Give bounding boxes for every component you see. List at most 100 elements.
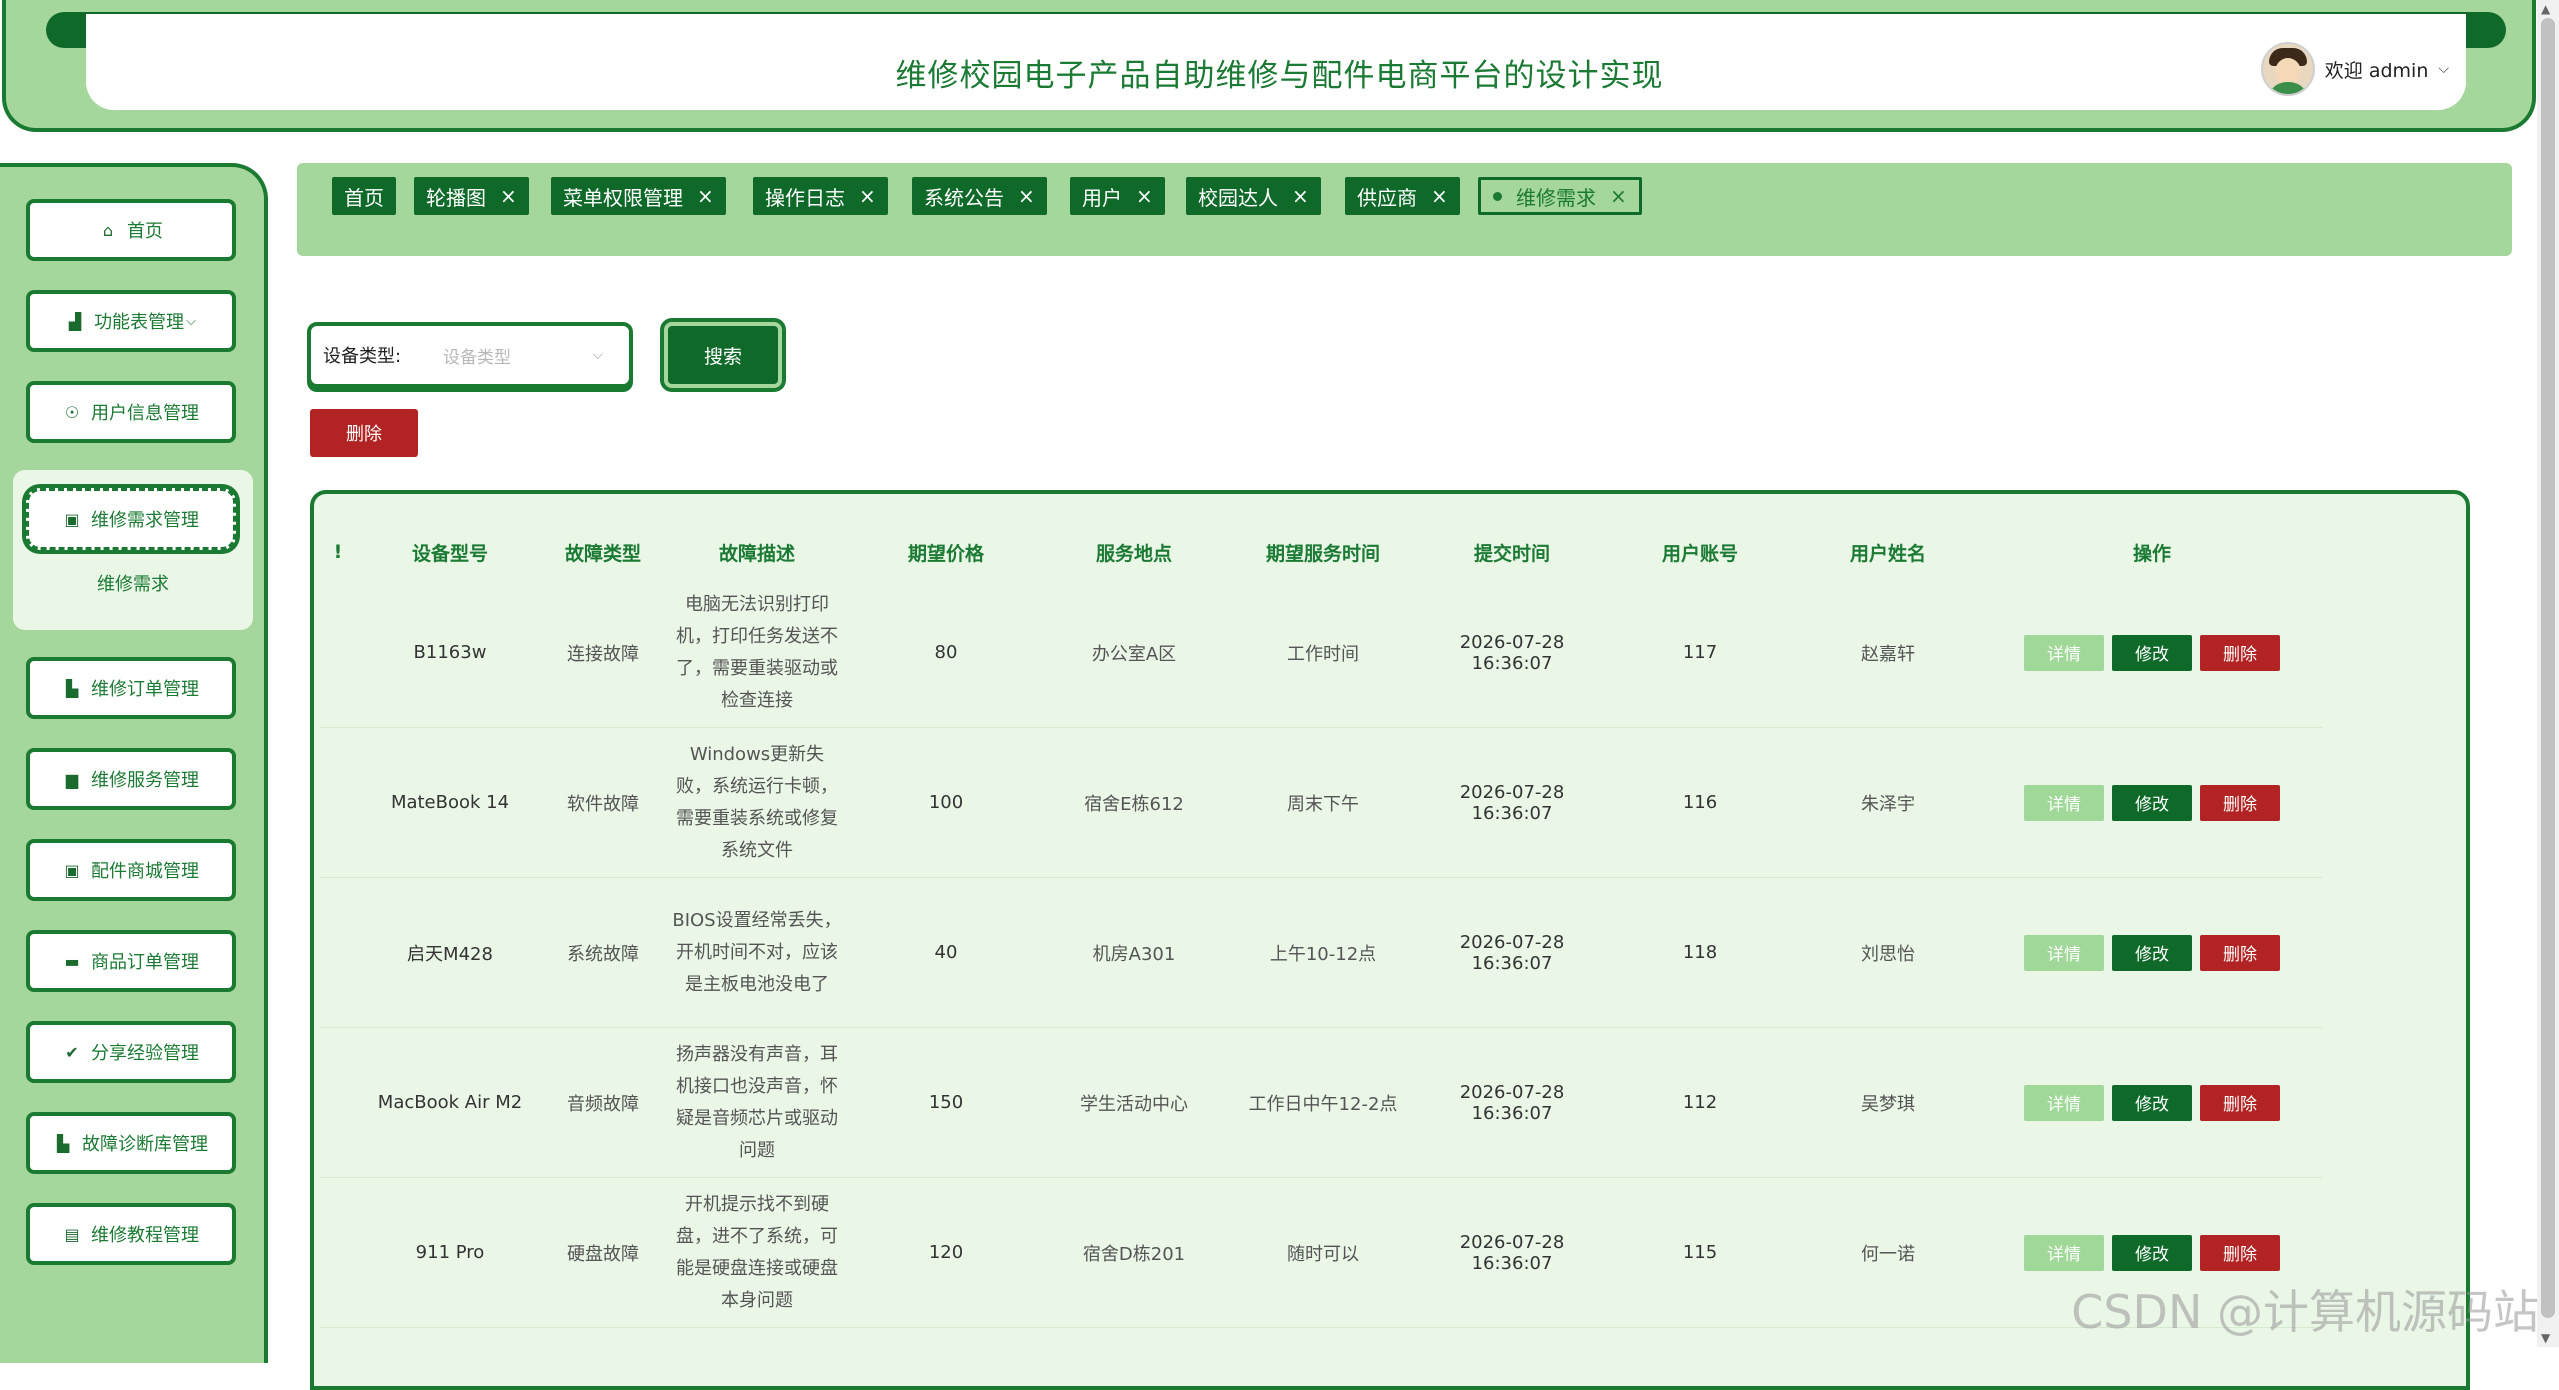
cell-description: BIOS设置经常丢失，开机时间不对，应该是主板电池没电了	[662, 877, 852, 1028]
sidebar-item-label: 维修需求管理	[91, 510, 199, 531]
scroll-down-icon[interactable]: ▼	[2541, 1331, 2550, 1345]
cell-fault-type: 软件故障	[544, 727, 662, 878]
delete-row-button[interactable]: 删除	[2200, 934, 2280, 971]
close-icon[interactable]: ×	[1292, 186, 1309, 206]
tab-system-notice[interactable]: 系统公告 ×	[912, 177, 1047, 215]
delete-row-button[interactable]: 删除	[2200, 634, 2280, 671]
sidebar-item-repair-service[interactable]: ▆ 维修服务管理	[26, 748, 236, 810]
service-icon: ▆	[65, 769, 79, 789]
sidebar-item-fault-diagnosis[interactable]: ▙ 故障诊断库管理	[26, 1112, 236, 1174]
tab-operation-log[interactable]: 操作日志 ×	[753, 177, 888, 215]
book-icon: ▤	[64, 1224, 80, 1244]
edit-button[interactable]: 修改	[2112, 1234, 2192, 1271]
sidebar-item-goods-order[interactable]: ▬ 商品订单管理	[26, 930, 236, 992]
sidebar-item-share-experience[interactable]: ✔ 分享经验管理	[26, 1021, 236, 1083]
cell-actions: 详情 修改 删除	[1982, 1027, 2322, 1178]
detail-button[interactable]: 详情	[2024, 784, 2104, 821]
tab-menu-permission[interactable]: 菜单权限管理 ×	[551, 177, 726, 215]
sidebar-item-label: 配件商城管理	[91, 861, 199, 882]
tab-label: 操作日志	[765, 185, 845, 210]
tab-user[interactable]: 用户 ×	[1070, 177, 1165, 215]
tab-campus-expert[interactable]: 校园达人 ×	[1186, 177, 1321, 215]
tab-label: 供应商	[1357, 185, 1417, 210]
scrollbar-thumb[interactable]	[2541, 18, 2555, 1318]
edit-button[interactable]: 修改	[2112, 1084, 2192, 1121]
cell-place: 机房A301	[1040, 877, 1228, 1028]
chip-icon: ▣	[64, 509, 80, 529]
app-title: 维修校园电子产品自助维修与配件电商平台的设计实现	[895, 58, 1664, 94]
cell-description: 开机提示找不到硬盘，进不了系统，可能是硬盘连接或硬盘本身问题	[662, 1177, 852, 1328]
table-row: 911 Pro 硬盘故障 开机提示找不到硬盘，进不了系统，可能是硬盘连接或硬盘本身问…	[320, 1177, 2322, 1328]
batch-delete-button[interactable]: 删除	[310, 409, 418, 457]
column-header: 提交时间	[1473, 542, 1550, 565]
cell-price: 120	[852, 1177, 1040, 1328]
sidebar-item-user-info[interactable]: ☉ 用户信息管理	[26, 381, 236, 443]
tab-home[interactable]: 首页	[332, 177, 396, 215]
device-type-select[interactable]: 设备类型 ⌵	[443, 343, 603, 368]
cell-model: 启天M428	[356, 877, 544, 1028]
tab-carousel[interactable]: 轮播图 ×	[414, 177, 529, 215]
close-icon[interactable]: ×	[859, 186, 876, 206]
tab-label: 菜单权限管理	[563, 185, 683, 210]
repair-demand-table: ! 设备型号 故障类型 故障描述 期望价格 服务地点 期望服务时间 提交时间 用…	[320, 526, 2322, 1328]
detail-button[interactable]: 详情	[2024, 1234, 2104, 1271]
detail-button[interactable]: 详情	[2024, 934, 2104, 971]
delete-row-button[interactable]: 删除	[2200, 784, 2280, 821]
page-scrollbar[interactable]: ▲ ▼	[2537, 0, 2559, 1347]
cell-fault-type: 硬盘故障	[544, 1177, 662, 1328]
sidebar-item-label: 维修服务管理	[91, 770, 199, 791]
active-dot-icon	[1493, 191, 1502, 201]
column-header: !	[333, 541, 343, 563]
sidebar-item-repair-tutorial[interactable]: ▤ 维修教程管理	[26, 1203, 236, 1265]
sidebar-active-group: ▣ 维修需求管理 维修需求	[13, 470, 253, 630]
chevron-down-icon[interactable]: ⌵	[2438, 61, 2449, 77]
tab-repair-demand[interactable]: 维修需求 ×	[1478, 177, 1642, 215]
cell-fault-type: 连接故障	[544, 578, 662, 728]
tab-label: 首页	[344, 185, 384, 210]
column-header: 用户姓名	[1849, 542, 1926, 565]
row-index	[320, 1027, 356, 1178]
chevron-down-icon: ⌵	[186, 313, 196, 329]
row-index	[320, 727, 356, 878]
edit-button[interactable]: 修改	[2112, 634, 2192, 671]
sidebar-item-parts-mall[interactable]: ▣ 配件商城管理	[26, 839, 236, 901]
chevron-down-icon: ⌵	[592, 347, 603, 363]
edit-button[interactable]: 修改	[2112, 784, 2192, 821]
close-icon[interactable]: ×	[1018, 186, 1035, 206]
tab-supplier[interactable]: 供应商 ×	[1345, 177, 1460, 215]
user-menu[interactable]: 欢迎 admin ⌵	[2260, 42, 2449, 96]
delete-row-button[interactable]: 删除	[2200, 1234, 2280, 1271]
column-header: 服务地点	[1095, 542, 1172, 565]
column-header: 操作	[2132, 542, 2171, 565]
edit-button[interactable]: 修改	[2112, 934, 2192, 971]
sidebar-item-function-table[interactable]: ▟ 功能表管理 ⌵	[26, 290, 236, 352]
close-icon[interactable]: ×	[697, 186, 714, 206]
close-icon[interactable]: ×	[1136, 186, 1153, 206]
close-icon[interactable]: ×	[1431, 186, 1448, 206]
sidebar-item-repair-order[interactable]: ▙ 维修订单管理	[26, 657, 236, 719]
submenu-item-repair-demand[interactable]: 维修需求	[13, 570, 253, 596]
close-icon[interactable]: ×	[1610, 186, 1627, 206]
scroll-up-icon[interactable]: ▲	[2541, 2, 2550, 16]
list-icon: ▬	[64, 951, 80, 971]
cell-price: 100	[852, 727, 1040, 878]
delete-row-button[interactable]: 删除	[2200, 1084, 2280, 1121]
chart-icon: ▟	[68, 311, 82, 331]
avatar[interactable]	[2260, 42, 2315, 96]
sidebar-item-home[interactable]: ⌂ 首页	[26, 199, 236, 261]
welcome-text[interactable]: 欢迎 admin	[2325, 56, 2429, 83]
order-icon: ▙	[65, 678, 79, 698]
search-button[interactable]: 搜索	[660, 318, 786, 392]
close-icon[interactable]: ×	[500, 186, 517, 206]
cell-actions: 详情 修改 删除	[1982, 578, 2322, 728]
cell-submitted: 2026-07-28 16:36:07	[1418, 578, 1606, 728]
data-table-container: ! 设备型号 故障类型 故障描述 期望价格 服务地点 期望服务时间 提交时间 用…	[310, 490, 2470, 1390]
cell-price: 80	[852, 578, 1040, 728]
cell-service-time: 工作日中午12-2点	[1228, 1027, 1418, 1178]
cell-place: 学生活动中心	[1040, 1027, 1228, 1178]
detail-button[interactable]: 详情	[2024, 634, 2104, 671]
cell-actions: 详情 修改 删除	[1982, 727, 2322, 878]
sidebar-item-repair-demand[interactable]: ▣ 维修需求管理	[26, 488, 236, 550]
sidebar-item-label: 功能表管理	[94, 312, 185, 333]
detail-button[interactable]: 详情	[2024, 1084, 2104, 1121]
